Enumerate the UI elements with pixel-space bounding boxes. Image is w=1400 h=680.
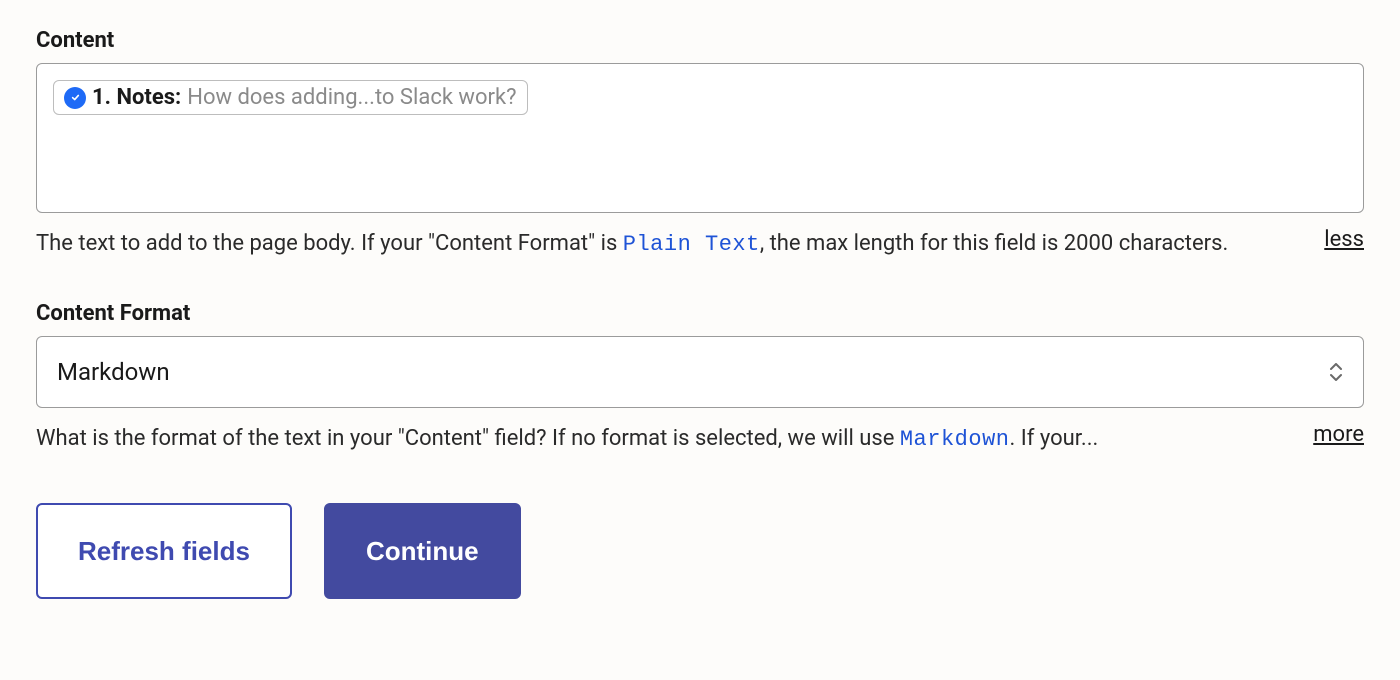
content-input[interactable]: 1. Notes: How does adding...to Slack wor… bbox=[36, 63, 1364, 213]
content-format-select[interactable]: Markdown bbox=[36, 336, 1364, 408]
plain-text-code: Plain Text bbox=[623, 232, 760, 257]
content-field-group: Content 1. Notes: How does adding...to S… bbox=[36, 28, 1364, 265]
content-format-field-group: Content Format Markdown What is the form… bbox=[36, 301, 1364, 460]
content-help-row: The text to add to the page body. If you… bbox=[36, 225, 1364, 265]
content-less-toggle[interactable]: less bbox=[1324, 227, 1364, 252]
pill-prefix: 1. Notes: bbox=[92, 85, 181, 110]
content-help-text: The text to add to the page body. If you… bbox=[36, 225, 1300, 265]
content-label: Content bbox=[36, 28, 1364, 53]
refresh-fields-button[interactable]: Refresh fields bbox=[36, 503, 292, 599]
content-format-value: Markdown bbox=[57, 358, 170, 386]
content-format-help-row: What is the format of the text in your "… bbox=[36, 420, 1364, 460]
button-row: Refresh fields Continue bbox=[36, 503, 1364, 599]
pill-value: How does adding...to Slack work? bbox=[187, 85, 516, 110]
content-format-more-toggle[interactable]: more bbox=[1313, 422, 1364, 447]
continue-button[interactable]: Continue bbox=[324, 503, 521, 599]
content-format-label: Content Format bbox=[36, 301, 1364, 326]
chevron-up-down-icon bbox=[1329, 363, 1343, 381]
markdown-code: Markdown bbox=[900, 427, 1010, 452]
content-pill[interactable]: 1. Notes: How does adding...to Slack wor… bbox=[53, 80, 528, 115]
content-format-help-text: What is the format of the text in your "… bbox=[36, 420, 1289, 460]
check-badge-icon bbox=[64, 87, 86, 109]
